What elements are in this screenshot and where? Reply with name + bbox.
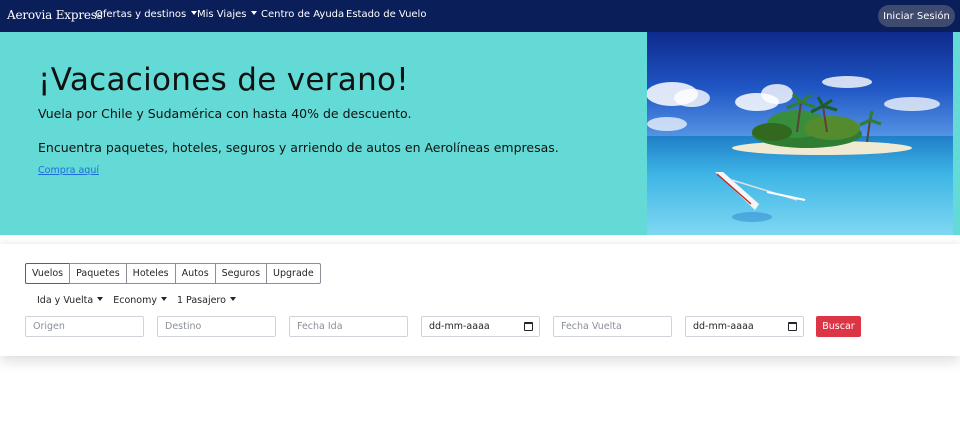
tab-vuelos[interactable]: Vuelos [25, 263, 71, 284]
hero-title: ¡Vacaciones de verano! [38, 62, 410, 98]
tab-paquetes[interactable]: Paquetes [69, 263, 127, 284]
search-options: Ida y Vuelta Economy 1 Pasajero [37, 295, 236, 306]
passengers-label: 1 Pasajero [176, 295, 226, 306]
calendar-icon[interactable] [788, 322, 797, 331]
chevron-down-icon [97, 297, 104, 301]
cabin-label: Economy [113, 295, 157, 306]
passengers-dropdown[interactable]: 1 Pasajero [177, 295, 236, 306]
chevron-down-icon [160, 297, 167, 301]
nav-mis-viajes-dropdown[interactable]: Mis Viajes [197, 9, 258, 20]
nav-centro-ayuda[interactable]: Centro de Ayuda [261, 9, 344, 20]
brand-logo[interactable]: Aerovia Express [7, 8, 103, 22]
return-date-value: dd-mm-aaaa [693, 321, 754, 332]
login-button[interactable]: Iniciar Sesión [878, 5, 955, 27]
hero-banner: ¡Vacaciones de verano! Vuela por Chile y… [0, 32, 960, 235]
nav-mis-viajes-label: Mis Viajes [197, 9, 247, 20]
search-button[interactable]: Buscar [816, 316, 861, 337]
chevron-down-icon [251, 11, 258, 15]
return-date-input[interactable]: dd-mm-aaaa [685, 316, 804, 337]
tab-hoteles[interactable]: Hoteles [125, 263, 176, 284]
hero-island-image [647, 32, 953, 235]
nav-ofertas-dropdown[interactable]: Ofertas y destinos [95, 9, 198, 20]
hero-buy-link[interactable]: Compra aquí [38, 165, 99, 176]
tab-seguros[interactable]: Seguros [214, 263, 268, 284]
destination-input[interactable]: Destino [157, 316, 276, 337]
hero-description: Encuentra paquetes, hoteles, seguros y a… [38, 140, 559, 155]
cabin-dropdown[interactable]: Economy [113, 295, 167, 306]
nav-ofertas-label: Ofertas y destinos [95, 9, 187, 20]
departure-date-input[interactable]: dd-mm-aaaa [421, 316, 540, 337]
nav-estado-vuelo[interactable]: Estado de Vuelo [346, 9, 426, 20]
origin-input[interactable]: Origen [25, 316, 144, 337]
trip-type-dropdown[interactable]: Ida y Vuelta [37, 295, 104, 306]
hero-subtitle: Vuela por Chile y Sudamérica con hasta 4… [38, 106, 412, 121]
tab-autos[interactable]: Autos [174, 263, 216, 284]
search-panel: Vuelos Paquetes Hoteles Autos Seguros Up… [0, 244, 960, 356]
chevron-down-icon [229, 297, 236, 301]
return-label-input[interactable]: Fecha Vuelta [553, 316, 672, 337]
calendar-icon[interactable] [524, 322, 533, 331]
tab-upgrade[interactable]: Upgrade [266, 263, 321, 284]
departure-date-value: dd-mm-aaaa [429, 321, 490, 332]
product-tabs: Vuelos Paquetes Hoteles Autos Seguros Up… [25, 263, 321, 284]
top-navbar: Aerovia Express Ofertas y destinos Mis V… [0, 0, 960, 32]
departure-label-input[interactable]: Fecha Ida [289, 316, 408, 337]
trip-type-label: Ida y Vuelta [37, 295, 94, 306]
